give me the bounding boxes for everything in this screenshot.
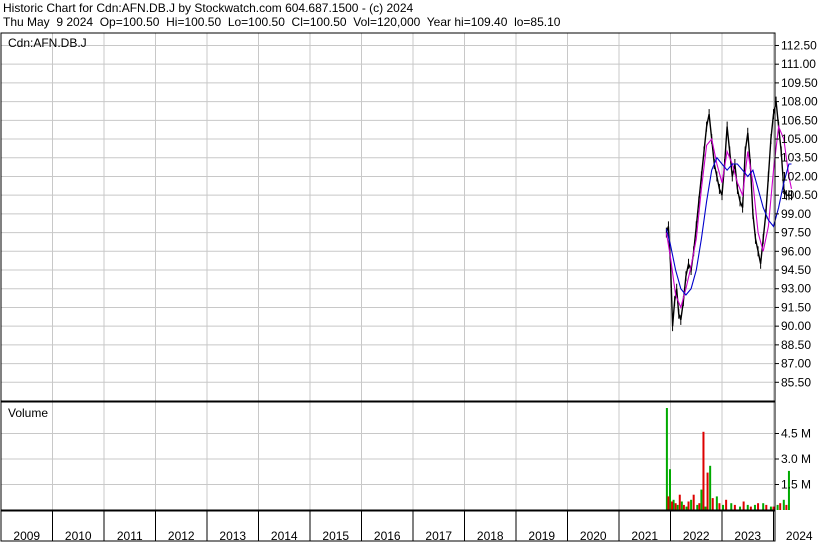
volume-bar: [718, 503, 721, 510]
volume-bar: [776, 504, 779, 510]
price-tick-label: 96.00: [781, 244, 811, 258]
price-tick-label: 100.50: [781, 188, 818, 202]
volume-bar: [746, 504, 749, 510]
volume-bar: [674, 503, 677, 510]
price-tick-label: 87.00: [781, 357, 811, 371]
volume-bar: [696, 504, 699, 510]
volume-bar: [706, 472, 709, 510]
volume-bar: [753, 504, 756, 510]
volume-bar: [671, 501, 674, 510]
price-tick-label: 105.00: [781, 132, 818, 146]
volume-bar: [769, 506, 772, 510]
price-tick-label: 94.50: [781, 263, 811, 277]
volume-bar: [765, 504, 768, 510]
volume-tick-label: 4.5 M: [781, 427, 811, 441]
volume-bar: [680, 501, 683, 510]
price-tick-label: 93.00: [781, 282, 811, 296]
volume-bar: [687, 501, 690, 510]
volume-bar: [665, 408, 668, 510]
volume-bar: [704, 506, 707, 510]
price-tick-label: 111.00: [781, 57, 816, 71]
volume-bar: [685, 506, 688, 510]
volume-bar: [709, 465, 712, 510]
price-tick-label: 90.00: [781, 319, 811, 333]
volume-bar: [779, 503, 782, 510]
volume-bar: [722, 504, 725, 510]
volume-bar: [667, 496, 670, 510]
price-tick-label: 103.50: [781, 151, 818, 165]
volume-bar: [690, 499, 693, 510]
volume-bar: [678, 494, 681, 510]
price-panel-title: Cdn:AFN.DB.J: [8, 36, 87, 50]
volume-bar: [785, 504, 788, 510]
volume-bar: [715, 496, 718, 510]
volume-bar: [749, 506, 752, 510]
volume-bar: [682, 504, 685, 510]
price-tick-label: 88.50: [781, 338, 811, 352]
volume-bar: [730, 503, 733, 510]
price-tick-label: 102.00: [781, 169, 818, 183]
price-tick-label: 97.50: [781, 226, 811, 240]
price-panel-frame: [0, 32, 776, 402]
volume-bar: [772, 506, 775, 510]
volume-tick-label: 3.0 M: [781, 452, 811, 466]
volume-bar: [733, 504, 736, 510]
volume-bar: [711, 498, 714, 510]
volume-panel-title: Volume: [8, 406, 48, 420]
volume-bar: [757, 503, 760, 510]
price-tick-label: 109.50: [781, 76, 818, 90]
volume-bar: [692, 494, 695, 510]
volume-bar: [700, 489, 703, 510]
volume-bar: [739, 506, 742, 510]
price-tick-label: 112.50: [781, 38, 817, 52]
volume-bar: [725, 499, 728, 510]
price-tick-label: 99.00: [781, 207, 811, 221]
volume-bar: [698, 503, 701, 510]
volume-panel-frame: [0, 401, 776, 511]
price-tick-label: 106.50: [781, 113, 818, 127]
price-tick-label: 85.50: [781, 375, 811, 389]
price-tick-label: 91.50: [781, 300, 811, 314]
stock-chart: 2009 2010 2011 2012 2013 2014 2015 2016 2017 2018…: [0, 32, 818, 543]
volume-bar: [702, 431, 705, 510]
volume-bar: [782, 499, 785, 510]
price-tick-label: 108.00: [781, 95, 818, 109]
volume-bar: [742, 501, 745, 510]
volume-bar: [762, 503, 765, 510]
x-tick-label: 2024: [786, 529, 813, 543]
volume-tick-label: 1.5 M: [781, 478, 811, 492]
volume-bar: [676, 504, 679, 510]
